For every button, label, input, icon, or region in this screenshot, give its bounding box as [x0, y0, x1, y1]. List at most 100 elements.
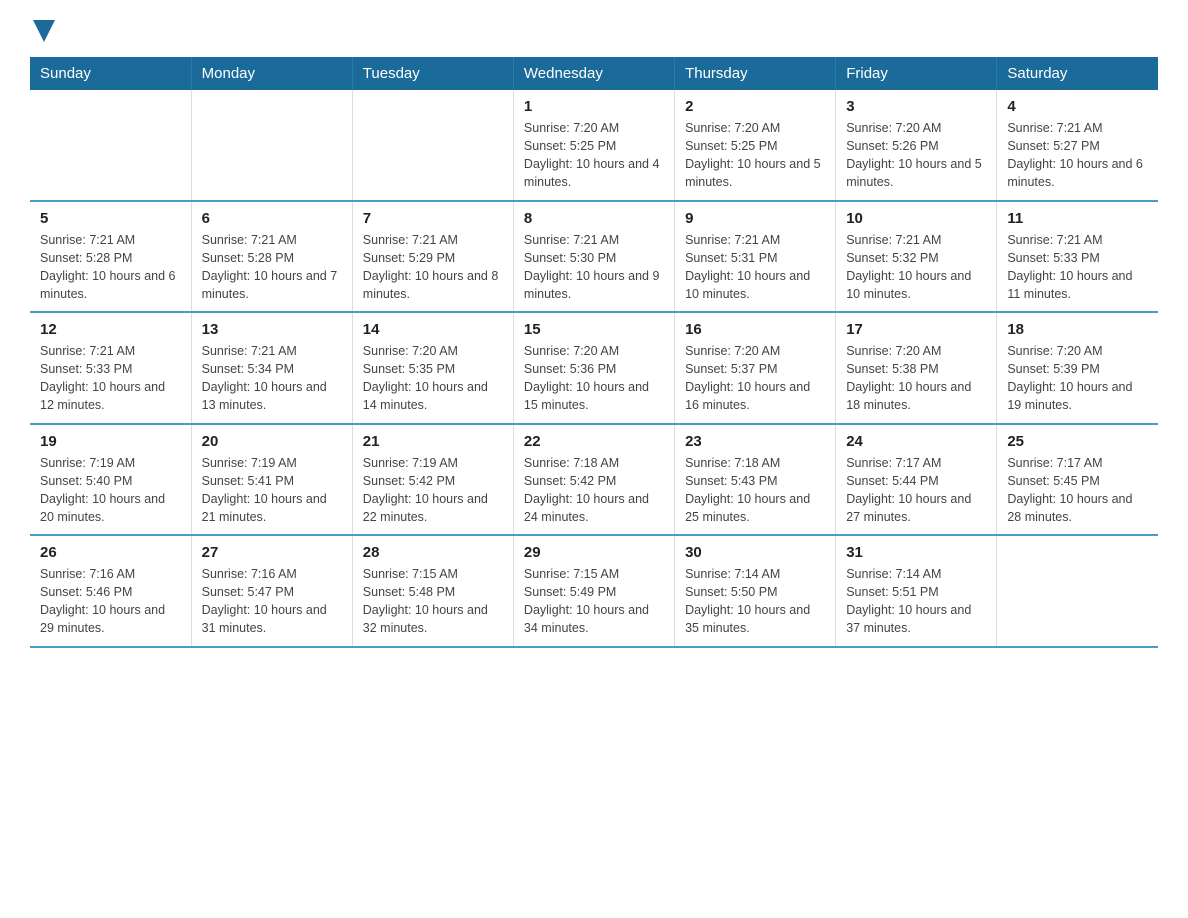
calendar-cell: 16 Sunrise: 7:20 AMSunset: 5:37 PMDayligh… — [675, 312, 836, 424]
day-info: Sunrise: 7:21 AMSunset: 5:28 PMDaylight:… — [40, 231, 181, 304]
calendar-cell: 5 Sunrise: 7:21 AMSunset: 5:28 PMDaylight… — [30, 201, 191, 313]
day-info: Sunrise: 7:18 AMSunset: 5:43 PMDaylight:… — [685, 454, 825, 527]
day-number: 10 — [846, 210, 986, 227]
calendar-cell: 6 Sunrise: 7:21 AMSunset: 5:28 PMDaylight… — [191, 201, 352, 313]
day-number: 13 — [202, 321, 342, 338]
logo — [30, 20, 55, 47]
calendar-cell: 9 Sunrise: 7:21 AMSunset: 5:31 PMDaylight… — [675, 201, 836, 313]
day-info: Sunrise: 7:16 AMSunset: 5:46 PMDaylight:… — [40, 565, 181, 638]
day-header-tuesday: Tuesday — [352, 57, 513, 90]
day-info: Sunrise: 7:17 AMSunset: 5:45 PMDaylight:… — [1007, 454, 1148, 527]
day-info: Sunrise: 7:21 AMSunset: 5:28 PMDaylight:… — [202, 231, 342, 304]
calendar-cell: 24 Sunrise: 7:17 AMSunset: 5:44 PMDayligh… — [836, 424, 997, 536]
day-info: Sunrise: 7:21 AMSunset: 5:31 PMDaylight:… — [685, 231, 825, 304]
day-number: 26 — [40, 544, 181, 561]
day-number: 25 — [1007, 433, 1148, 450]
day-info: Sunrise: 7:15 AMSunset: 5:48 PMDaylight:… — [363, 565, 503, 638]
calendar-cell — [30, 90, 191, 201]
day-number: 4 — [1007, 98, 1148, 115]
page-header — [30, 20, 1158, 47]
day-number: 14 — [363, 321, 503, 338]
week-row-4: 19 Sunrise: 7:19 AMSunset: 5:40 PMDayligh… — [30, 424, 1158, 536]
day-info: Sunrise: 7:20 AMSunset: 5:26 PMDaylight:… — [846, 119, 986, 192]
day-header-monday: Monday — [191, 57, 352, 90]
day-info: Sunrise: 7:17 AMSunset: 5:44 PMDaylight:… — [846, 454, 986, 527]
day-info: Sunrise: 7:18 AMSunset: 5:42 PMDaylight:… — [524, 454, 664, 527]
day-number: 20 — [202, 433, 342, 450]
day-header-saturday: Saturday — [997, 57, 1158, 90]
calendar-table: SundayMondayTuesdayWednesdayThursdayFrid… — [30, 57, 1158, 648]
day-info: Sunrise: 7:20 AMSunset: 5:38 PMDaylight:… — [846, 342, 986, 415]
calendar-cell: 20 Sunrise: 7:19 AMSunset: 5:41 PMDayligh… — [191, 424, 352, 536]
calendar-cell: 19 Sunrise: 7:19 AMSunset: 5:40 PMDayligh… — [30, 424, 191, 536]
day-number: 29 — [524, 544, 664, 561]
day-number: 19 — [40, 433, 181, 450]
calendar-cell: 15Sunrise: 7:20 AMSunset: 5:36 PMDayligh… — [513, 312, 674, 424]
day-header-thursday: Thursday — [675, 57, 836, 90]
day-number: 17 — [846, 321, 986, 338]
calendar-cell: 3Sunrise: 7:20 AMSunset: 5:26 PMDaylight… — [836, 90, 997, 201]
calendar-cell: 26 Sunrise: 7:16 AMSunset: 5:46 PMDayligh… — [30, 535, 191, 647]
day-number: 2 — [685, 98, 825, 115]
day-info: Sunrise: 7:19 AMSunset: 5:41 PMDaylight:… — [202, 454, 342, 527]
calendar-cell: 22Sunrise: 7:18 AMSunset: 5:42 PMDayligh… — [513, 424, 674, 536]
week-row-3: 12 Sunrise: 7:21 AMSunset: 5:33 PMDayligh… — [30, 312, 1158, 424]
day-info: Sunrise: 7:21 AMSunset: 5:33 PMDaylight:… — [40, 342, 181, 415]
day-number: 21 — [363, 433, 503, 450]
day-header-friday: Friday — [836, 57, 997, 90]
day-info: Sunrise: 7:20 AMSunset: 5:37 PMDaylight:… — [685, 342, 825, 415]
day-number: 5 — [40, 210, 181, 227]
day-number: 9 — [685, 210, 825, 227]
calendar-cell: 28 Sunrise: 7:15 AMSunset: 5:48 PMDayligh… — [352, 535, 513, 647]
day-info: Sunrise: 7:20 AMSunset: 5:25 PMDaylight:… — [524, 119, 664, 192]
calendar-cell: 14 Sunrise: 7:20 AMSunset: 5:35 PMDayligh… — [352, 312, 513, 424]
week-row-5: 26 Sunrise: 7:16 AMSunset: 5:46 PMDayligh… — [30, 535, 1158, 647]
calendar-cell: 17 Sunrise: 7:20 AMSunset: 5:38 PMDayligh… — [836, 312, 997, 424]
day-number: 1 — [524, 98, 664, 115]
logo-triangle-icon — [33, 20, 55, 42]
day-info: Sunrise: 7:21 AMSunset: 5:29 PMDaylight:… — [363, 231, 503, 304]
calendar-body: 1 Sunrise: 7:20 AMSunset: 5:25 PMDaylight… — [30, 90, 1158, 647]
calendar-cell: 13 Sunrise: 7:21 AMSunset: 5:34 PMDayligh… — [191, 312, 352, 424]
calendar-cell: 23Sunrise: 7:18 AMSunset: 5:43 PMDayligh… — [675, 424, 836, 536]
calendar-cell: 4 Sunrise: 7:21 AMSunset: 5:27 PMDaylight… — [997, 90, 1158, 201]
calendar-cell: 12 Sunrise: 7:21 AMSunset: 5:33 PMDayligh… — [30, 312, 191, 424]
day-header-wednesday: Wednesday — [513, 57, 674, 90]
day-number: 7 — [363, 210, 503, 227]
calendar-cell: 8Sunrise: 7:21 AMSunset: 5:30 PMDaylight… — [513, 201, 674, 313]
day-info: Sunrise: 7:21 AMSunset: 5:27 PMDaylight:… — [1007, 119, 1148, 192]
day-number: 16 — [685, 321, 825, 338]
day-number: 28 — [363, 544, 503, 561]
day-info: Sunrise: 7:21 AMSunset: 5:33 PMDaylight:… — [1007, 231, 1148, 304]
day-number: 24 — [846, 433, 986, 450]
calendar-cell: 18Sunrise: 7:20 AMSunset: 5:39 PMDayligh… — [997, 312, 1158, 424]
day-number: 30 — [685, 544, 825, 561]
calendar-cell: 29 Sunrise: 7:15 AMSunset: 5:49 PMDayligh… — [513, 535, 674, 647]
day-info: Sunrise: 7:20 AMSunset: 5:35 PMDaylight:… — [363, 342, 503, 415]
calendar-header: SundayMondayTuesdayWednesdayThursdayFrid… — [30, 57, 1158, 90]
calendar-cell: 11Sunrise: 7:21 AMSunset: 5:33 PMDayligh… — [997, 201, 1158, 313]
day-number: 31 — [846, 544, 986, 561]
calendar-cell: 31 Sunrise: 7:14 AMSunset: 5:51 PMDayligh… — [836, 535, 997, 647]
calendar-cell: 25 Sunrise: 7:17 AMSunset: 5:45 PMDayligh… — [997, 424, 1158, 536]
calendar-cell — [191, 90, 352, 201]
calendar-cell: 2Sunrise: 7:20 AMSunset: 5:25 PMDaylight… — [675, 90, 836, 201]
day-info: Sunrise: 7:15 AMSunset: 5:49 PMDaylight:… — [524, 565, 664, 638]
day-info: Sunrise: 7:20 AMSunset: 5:36 PMDaylight:… — [524, 342, 664, 415]
day-number: 27 — [202, 544, 342, 561]
day-number: 12 — [40, 321, 181, 338]
day-info: Sunrise: 7:14 AMSunset: 5:51 PMDaylight:… — [846, 565, 986, 638]
calendar-cell: 21 Sunrise: 7:19 AMSunset: 5:42 PMDayligh… — [352, 424, 513, 536]
day-info: Sunrise: 7:20 AMSunset: 5:39 PMDaylight:… — [1007, 342, 1148, 415]
week-row-1: 1 Sunrise: 7:20 AMSunset: 5:25 PMDaylight… — [30, 90, 1158, 201]
day-number: 6 — [202, 210, 342, 227]
calendar-cell: 10 Sunrise: 7:21 AMSunset: 5:32 PMDayligh… — [836, 201, 997, 313]
calendar-cell: 27 Sunrise: 7:16 AMSunset: 5:47 PMDayligh… — [191, 535, 352, 647]
day-info: Sunrise: 7:21 AMSunset: 5:34 PMDaylight:… — [202, 342, 342, 415]
day-info: Sunrise: 7:21 AMSunset: 5:32 PMDaylight:… — [846, 231, 986, 304]
day-info: Sunrise: 7:19 AMSunset: 5:42 PMDaylight:… — [363, 454, 503, 527]
day-info: Sunrise: 7:16 AMSunset: 5:47 PMDaylight:… — [202, 565, 342, 638]
calendar-cell — [997, 535, 1158, 647]
day-info: Sunrise: 7:19 AMSunset: 5:40 PMDaylight:… — [40, 454, 181, 527]
calendar-cell: 30Sunrise: 7:14 AMSunset: 5:50 PMDayligh… — [675, 535, 836, 647]
